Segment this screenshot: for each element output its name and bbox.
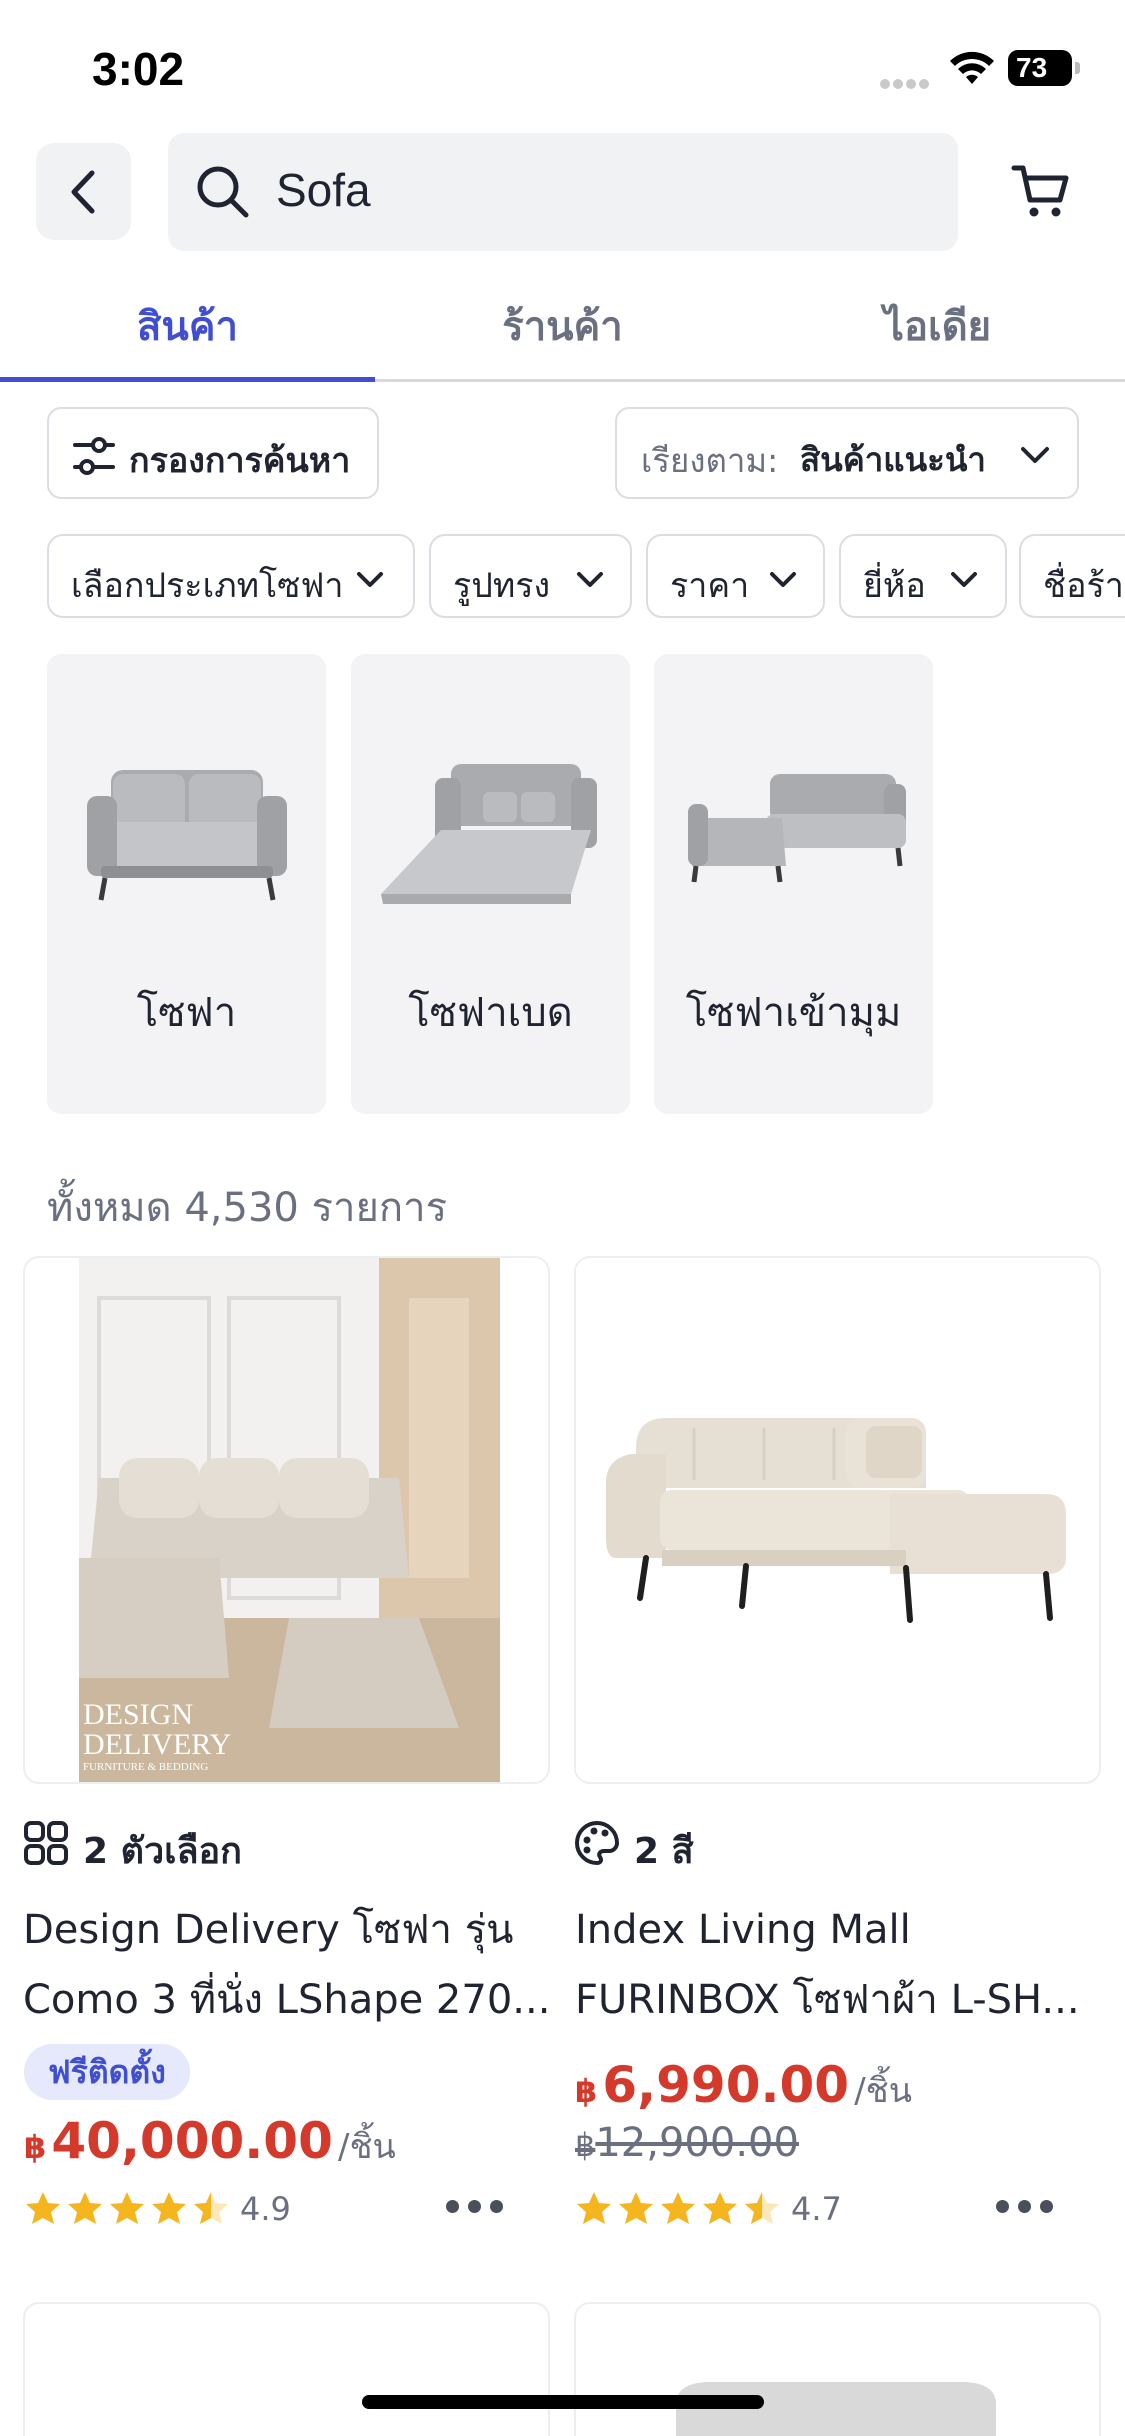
half-star-icon: [745, 2192, 779, 2224]
tab-indicator: [0, 377, 375, 382]
tab-bar: สินค้า ร้านค้า ไอเดีย: [0, 280, 1125, 382]
original-price: ฿12,900.00: [575, 2120, 799, 2166]
chevron-down-icon: [1021, 447, 1049, 463]
chip-label: ยี่ห้อ: [863, 566, 926, 606]
sofa-image: [87, 770, 287, 901]
star-icon: [619, 2192, 653, 2224]
product-image: [576, 1258, 1099, 1782]
product-title-line: Index Living Mall: [575, 1907, 911, 1953]
back-button[interactable]: [36, 143, 131, 240]
free-install-badge: ฟรีติดตั้ง: [24, 2044, 190, 2100]
wifi-icon: [950, 51, 994, 84]
product-title[interactable]: Index Living Mall FURINBOX โซฟาผ้า L-SH.…: [575, 1895, 1105, 2035]
currency-symbol: ฿: [575, 2072, 598, 2110]
rating-value: 4.9: [240, 2190, 291, 2228]
rating-value: 4.7: [791, 2190, 842, 2228]
chip-shape[interactable]: รูปทรง: [429, 534, 632, 618]
options-grid-icon: [24, 1821, 68, 1865]
product-title[interactable]: Design Delivery โซฟา รุ่น Como 3 ที่นั่ง…: [23, 1895, 553, 2035]
rating-stars: 4.7: [575, 2190, 895, 2230]
chevron-down-icon: [770, 572, 796, 587]
sort-dropdown[interactable]: เรียงตาม: สินค้าแนะนำ: [615, 407, 1079, 499]
product-card[interactable]: DESIGN DELIVERY FURNITURE & BEDDING: [23, 1256, 550, 1784]
search-query: Sofa: [276, 164, 371, 216]
options-count: 2 ตัวเลือก: [83, 1831, 242, 1872]
category-card-corner-sofa[interactable]: โซฟาเข้ามุม: [654, 654, 933, 1114]
status-time: 3:02: [92, 43, 185, 95]
product-card[interactable]: [574, 2302, 1101, 2436]
product-options: 2 ตัวเลือก: [23, 1818, 323, 1872]
star-icon: [703, 2192, 737, 2224]
filter-label: กรองการค้นหา: [129, 441, 351, 481]
palette-icon: [575, 1820, 620, 1866]
chip-label: เลือกประเภทโซฟา: [71, 566, 344, 606]
chip-store-name[interactable]: ชื่อร้าน: [1019, 534, 1125, 618]
rating-stars: 4.9: [24, 2190, 344, 2230]
star-icon: [577, 2192, 611, 2224]
product-title-line: FURINBOX โซฟาผ้า L-SH...: [575, 1977, 1080, 2023]
product-image: DESIGN DELIVERY FURNITURE & BEDDING: [79, 1258, 500, 1782]
chip-label: ราคา: [670, 566, 750, 606]
search-icon: [197, 166, 249, 218]
watermark-line-1: DESIGN: [83, 1698, 193, 1731]
product-title-line: Como 3 ที่นั่ง LShape 270...: [23, 1977, 551, 2023]
product-card[interactable]: [23, 2302, 550, 2436]
more-options-button[interactable]: [990, 2192, 1060, 2220]
chip-sofa-type[interactable]: เลือกประเภทโซฟา: [47, 534, 415, 618]
tab-products[interactable]: สินค้า: [0, 294, 375, 358]
sort-prefix: เรียงตาม:: [641, 441, 779, 480]
home-indicator: [362, 2395, 764, 2409]
sort-value: สินค้าแนะนำ: [800, 440, 986, 479]
category-label: โซฟาเข้ามุม: [685, 990, 902, 1036]
result-count: ทั้งหมด 4,530 รายการ: [47, 1185, 448, 1231]
original-price-value: 12,900.00: [595, 2120, 799, 2166]
star-icon: [68, 2192, 102, 2224]
cart-icon[interactable]: [1010, 160, 1072, 222]
product-title-line: Design Delivery โซฟา รุ่น: [23, 1907, 514, 1953]
chevron-down-icon: [577, 572, 603, 587]
half-star-icon: [194, 2192, 228, 2224]
colors-count: 2 สี: [634, 1831, 694, 1872]
price-value: 6,990.00: [602, 2056, 850, 2114]
chevron-down-icon: [357, 572, 383, 587]
price-value: 40,000.00: [51, 2112, 333, 2170]
chip-label: ชื่อร้าน: [1043, 566, 1125, 606]
price-unit: /ชิ้น: [854, 2071, 912, 2111]
chip-label: รูปทรง: [453, 566, 551, 606]
chip-price[interactable]: ราคา: [646, 534, 825, 618]
status-bar: 3:02 73: [0, 0, 1125, 130]
price-unit: /ชิ้น: [337, 2127, 396, 2167]
sofa-bed-image: [381, 764, 597, 904]
battery-level: 73: [1016, 52, 1048, 83]
more-options-button[interactable]: [440, 2192, 510, 2220]
category-card-sofa-bed[interactable]: โซฟาเบด: [351, 654, 630, 1114]
chevron-left-icon: [71, 170, 94, 213]
star-icon: [110, 2192, 144, 2224]
product-price: ฿ 40,000.00 /ชิ้น: [24, 2112, 396, 2173]
category-label: โซฟา: [136, 990, 237, 1036]
watermark-line-3: FURNITURE & BEDDING: [83, 1761, 208, 1773]
filter-button[interactable]: กรองการค้นหา: [47, 407, 379, 499]
product-card[interactable]: [574, 1256, 1101, 1784]
tab-stores[interactable]: ร้านค้า: [375, 294, 750, 358]
product-price: ฿ 6,990.00 /ชิ้น: [575, 2056, 912, 2117]
chevron-down-icon: [951, 572, 977, 587]
currency-symbol: ฿: [575, 2126, 596, 2164]
product-colors: 2 สี: [574, 1818, 874, 1872]
battery-icon: 73: [1008, 50, 1080, 86]
category-card-sofa[interactable]: โซฟา: [47, 654, 326, 1114]
star-icon: [26, 2192, 60, 2224]
corner-sofa-image: [688, 774, 906, 883]
chip-brand[interactable]: ยี่ห้อ: [839, 534, 1007, 618]
search-input[interactable]: Sofa: [168, 133, 958, 251]
tab-ideas[interactable]: ไอเดีย: [750, 294, 1125, 358]
filter-sliders-icon: [73, 437, 115, 475]
cellular-signal-icon: [880, 74, 936, 89]
star-icon: [152, 2192, 186, 2224]
category-label: โซฟาเบด: [408, 990, 573, 1036]
currency-symbol: ฿: [24, 2128, 47, 2166]
watermark-line-2: DELIVERY: [83, 1728, 231, 1761]
star-icon: [661, 2192, 695, 2224]
